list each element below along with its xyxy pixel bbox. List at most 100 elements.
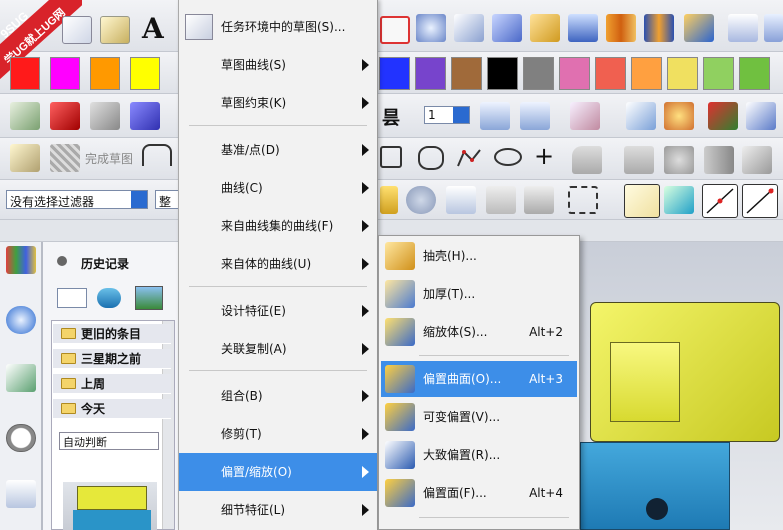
surface-icon-5[interactable] [568, 14, 598, 42]
chamfer-icon[interactable] [624, 146, 654, 174]
finish-sketch-icon[interactable] [50, 144, 80, 172]
paint-icon[interactable] [626, 102, 656, 130]
color-swatch[interactable] [739, 57, 770, 90]
color-swatch[interactable] [487, 57, 518, 90]
color-swatch[interactable] [595, 57, 626, 90]
spline-icon[interactable] [456, 146, 482, 170]
play-icon[interactable] [708, 102, 738, 130]
red-cube-icon[interactable] [50, 102, 80, 130]
color-swatch[interactable] [90, 57, 120, 90]
trim-icon[interactable] [742, 146, 772, 174]
color-swatch[interactable] [50, 57, 80, 90]
menu-item[interactable]: 任务环境中的草图(S)... [179, 8, 377, 46]
submenu-item[interactable]: 缩放体(S)... Alt+2 [381, 314, 577, 350]
menu-item[interactable]: 草图约束(K) [179, 84, 377, 122]
roles-icon[interactable] [6, 480, 36, 508]
surface-icon-3[interactable] [492, 14, 522, 42]
back-arrow-icon[interactable] [97, 288, 121, 308]
history-folder-item[interactable]: 更旧的条目 [53, 324, 171, 344]
pin-icon[interactable] [57, 256, 67, 266]
rectangle-icon[interactable] [380, 146, 402, 168]
surface-icon-9[interactable] [728, 14, 758, 42]
surface-icon-4[interactable] [530, 14, 560, 42]
pipe-icon[interactable] [524, 186, 554, 214]
layer-list-icon[interactable] [520, 102, 550, 130]
surface-icon-7[interactable] [644, 14, 674, 42]
color-swatch[interactable] [667, 57, 698, 90]
color-swatch[interactable] [10, 57, 40, 90]
body-icon[interactable] [446, 186, 476, 214]
menu-item[interactable]: 基准/点(D) [179, 131, 377, 169]
partial-button[interactable]: 昙 [382, 104, 400, 130]
color-swatch[interactable] [559, 57, 590, 90]
palette-icon[interactable] [664, 102, 694, 130]
view-eye-icon[interactable] [10, 102, 40, 130]
surface-icon-1[interactable] [416, 14, 446, 42]
undo-arrow-icon[interactable] [406, 186, 436, 214]
submenu-item[interactable]: 加厚(T)... [381, 276, 577, 312]
menu-item[interactable]: 来自体的曲线(U) [179, 245, 377, 283]
graphics-window[interactable] [580, 242, 783, 530]
blue-cube-icon[interactable] [130, 102, 160, 130]
menu-item[interactable]: 修剪(T) [179, 415, 377, 453]
point-icon[interactable]: + [534, 144, 554, 168]
auto-judge-field[interactable]: 自动判断 [59, 432, 159, 450]
menu-item[interactable]: 来自曲线集的曲线(F) [179, 207, 377, 245]
wcs-icon[interactable] [570, 102, 600, 130]
sketch-icon[interactable] [10, 144, 40, 172]
color-swatch[interactable] [631, 57, 662, 90]
surface-icon-2[interactable] [454, 14, 484, 42]
submenu-item[interactable]: 可变偏置(V)... [381, 399, 577, 435]
color-swatch[interactable] [703, 57, 734, 90]
layer-settings-icon[interactable] [480, 102, 510, 130]
surface-icon-10[interactable] [764, 14, 783, 42]
pattern-icon[interactable] [664, 146, 694, 174]
history-folder-item[interactable]: 上周 [53, 374, 171, 394]
mirror-icon[interactable] [704, 146, 734, 174]
select-filter-icon[interactable] [380, 186, 398, 214]
filter-select[interactable]: 没有选择过滤器 [6, 190, 148, 209]
history-folder-item[interactable]: 三星期之前 [53, 349, 171, 369]
snap-icon[interactable] [486, 186, 516, 214]
menu-item[interactable]: 曲线(C) [179, 169, 377, 207]
color-swatch[interactable] [379, 57, 410, 90]
submenu-item[interactable]: 偏置面(F)... Alt+4 [381, 475, 577, 511]
box-select-icon[interactable] [568, 186, 598, 214]
history-folder-item[interactable]: 今天 [53, 399, 171, 419]
info-icon[interactable] [6, 306, 36, 334]
image-view-icon[interactable] [135, 286, 163, 310]
snap-points-icon[interactable] [624, 184, 660, 218]
finish-sketch-label[interactable]: 完成草图 [85, 150, 133, 167]
color-swatch[interactable] [130, 57, 160, 90]
view-dropdown[interactable] [57, 288, 87, 308]
menu-item[interactable]: 草图曲线(S) [179, 46, 377, 84]
grey-cube-icon[interactable] [90, 102, 120, 130]
polygon-icon[interactable] [418, 146, 444, 170]
color-swatch[interactable] [523, 57, 554, 90]
color-swatch[interactable] [415, 57, 446, 90]
snap-arrows-icon[interactable] [664, 186, 694, 214]
diamond-icon[interactable] [746, 102, 776, 130]
menu-item[interactable]: 细节特征(L) [179, 491, 377, 529]
surface-icon-6[interactable] [606, 14, 636, 42]
layer-select[interactable]: 1 [424, 106, 470, 124]
color-swatch[interactable] [451, 57, 482, 90]
profile-icon[interactable] [142, 144, 172, 166]
model-thumbnail[interactable] [63, 482, 157, 530]
no-select-icon[interactable] [380, 16, 410, 44]
submenu-item[interactable]: 抽壳(H)... [381, 238, 577, 274]
menu-item[interactable]: 关联复制(A) [179, 330, 377, 368]
menu-item[interactable]: 偏置/缩放(O) [179, 453, 377, 491]
history-clock-icon[interactable] [6, 424, 36, 452]
ellipse-icon[interactable] [494, 148, 522, 166]
menu-item[interactable]: 组合(B) [179, 377, 377, 415]
sketch-pencil-icon[interactable] [100, 16, 130, 44]
web-browser-icon[interactable] [6, 364, 36, 392]
menu-item[interactable]: 设计特征(E) [179, 292, 377, 330]
line-tool-2-icon[interactable] [742, 184, 778, 218]
surface-icon-8[interactable] [684, 14, 714, 42]
assembly-navigator-icon[interactable] [6, 246, 36, 274]
line-tool-icon[interactable] [702, 184, 738, 218]
submenu-item[interactable]: 大致偏置(R)... [381, 437, 577, 473]
text-icon[interactable]: A [142, 12, 164, 45]
